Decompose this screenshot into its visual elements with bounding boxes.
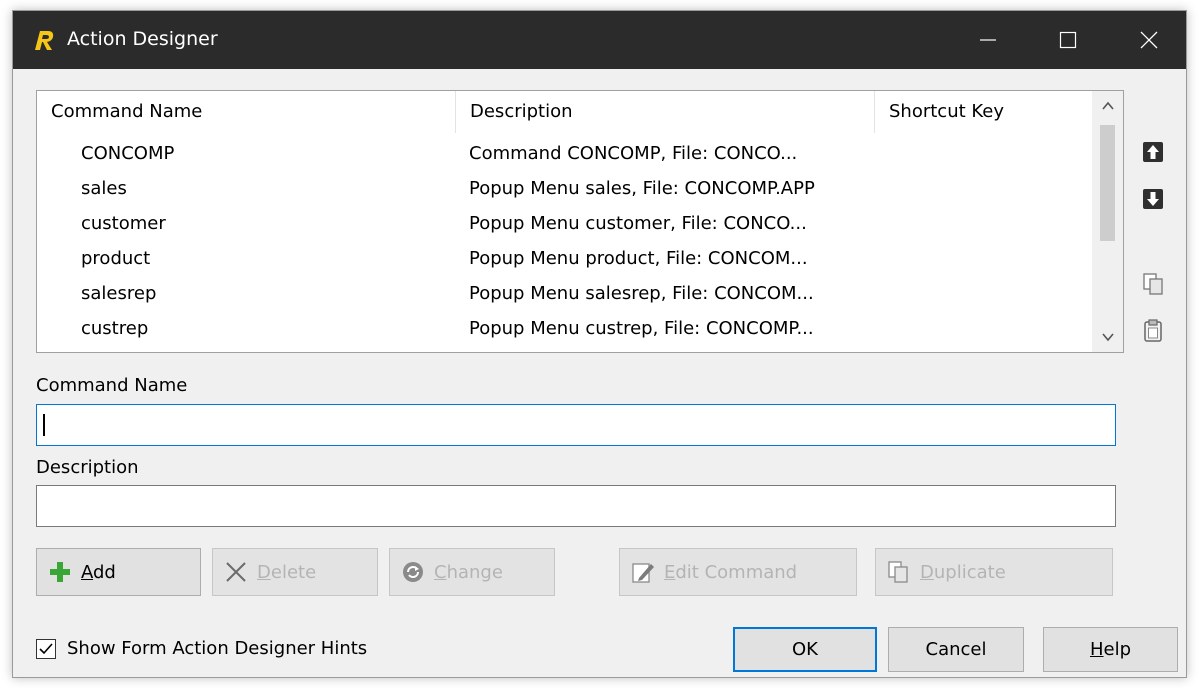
column-header-command-name[interactable]: Command Name: [37, 91, 456, 133]
delete-button[interactable]: Delete: [212, 548, 378, 596]
title-bar[interactable]: Action Designer: [13, 11, 1186, 69]
r-logo-icon: [35, 31, 54, 50]
x-icon: [226, 562, 246, 582]
list-item[interactable]: customer Popup Menu customer, File: CONC…: [37, 206, 1077, 241]
minimize-button[interactable]: [959, 11, 1017, 69]
command-name-cell: product: [81, 248, 151, 269]
scrollbar-thumb[interactable]: [1100, 125, 1115, 241]
list-scrollbar[interactable]: [1092, 91, 1123, 352]
command-name-field[interactable]: [36, 404, 1116, 446]
add-button[interactable]: Add: [36, 548, 201, 596]
maximize-button[interactable]: [1039, 11, 1097, 69]
help-button-label: Help: [1089, 639, 1132, 660]
description-cell: Popup Menu custrep, File: CONCOMP...: [469, 318, 814, 339]
hints-checkbox-label[interactable]: Show Form Action Designer Hints: [67, 638, 367, 659]
description-cell: Popup Menu sales, File: CONCOMP.APP: [469, 178, 815, 199]
text-caret: [43, 414, 45, 436]
command-name-cell: CONCOMP: [81, 143, 175, 164]
plus-icon: [50, 562, 70, 582]
column-header-description[interactable]: Description: [456, 91, 875, 133]
cancel-button-label: Cancel: [925, 639, 987, 660]
scroll-down-icon[interactable]: [1101, 330, 1115, 344]
change-button-label: Change: [434, 561, 503, 583]
pencil-icon: [632, 563, 654, 583]
list-item[interactable]: product Popup Menu product, File: CONCOM…: [37, 241, 1077, 276]
ok-button-label: OK: [792, 639, 818, 660]
list-header: Command Name Description Shortcut Key: [37, 91, 1077, 133]
column-header-shortcut-key[interactable]: Shortcut Key: [875, 91, 1077, 133]
checkmark-icon: [39, 643, 53, 655]
edit-command-button-label: Edit Command: [664, 561, 798, 583]
description-cell: Command CONCOMP, File: CONCO...: [469, 143, 798, 164]
duplicate-icon: [888, 561, 908, 583]
close-icon: [1140, 31, 1158, 49]
paste-icon[interactable]: [1141, 318, 1165, 342]
cancel-button[interactable]: Cancel: [888, 627, 1024, 672]
ok-button[interactable]: OK: [733, 627, 877, 672]
arrow-down-icon[interactable]: [1141, 187, 1165, 211]
scroll-up-icon[interactable]: [1101, 99, 1115, 113]
change-button[interactable]: Change: [389, 548, 555, 596]
close-button[interactable]: [1120, 11, 1178, 69]
copy-icon[interactable]: [1141, 272, 1165, 296]
minimize-icon: [980, 39, 996, 41]
command-name-cell: salesrep: [81, 283, 157, 304]
help-button[interactable]: Help: [1043, 627, 1178, 672]
description-cell: Popup Menu product, File: CONCOM...: [469, 248, 808, 269]
change-icon: [403, 562, 423, 582]
delete-button-label: Delete: [257, 561, 317, 583]
hints-checkbox[interactable]: [36, 639, 56, 659]
description-label: Description: [36, 457, 139, 478]
list-item[interactable]: salesrep Popup Menu salesrep, File: CONC…: [37, 276, 1077, 311]
window-title: Action Designer: [67, 28, 218, 50]
list-item[interactable]: custrep Popup Menu custrep, File: CONCOM…: [37, 311, 1077, 346]
description-cell: Popup Menu salesrep, File: CONCOM...: [469, 283, 814, 304]
commands-list[interactable]: Command Name Description Shortcut Key CO…: [36, 90, 1124, 353]
add-button-label: Add: [81, 561, 116, 583]
command-name-cell: custrep: [81, 318, 149, 339]
edit-command-button[interactable]: Edit Command: [619, 548, 857, 596]
duplicate-button-label: Duplicate: [920, 561, 1006, 583]
command-name-label: Command Name: [36, 375, 188, 396]
command-name-cell: sales: [81, 178, 127, 199]
list-item[interactable]: CONCOMP Command CONCOMP, File: CONCO...: [37, 136, 1077, 171]
command-name-cell: customer: [81, 213, 166, 234]
maximize-icon: [1059, 31, 1077, 49]
description-field[interactable]: [36, 485, 1116, 527]
list-item[interactable]: sales Popup Menu sales, File: CONCOMP.AP…: [37, 171, 1077, 206]
duplicate-button[interactable]: Duplicate: [875, 548, 1113, 596]
action-designer-window: Action Designer Command Name Description…: [12, 10, 1187, 678]
list-rows: CONCOMP Command CONCOMP, File: CONCO... …: [37, 136, 1077, 346]
description-cell: Popup Menu customer, File: CONCO...: [469, 213, 807, 234]
arrow-up-icon[interactable]: [1141, 140, 1165, 164]
